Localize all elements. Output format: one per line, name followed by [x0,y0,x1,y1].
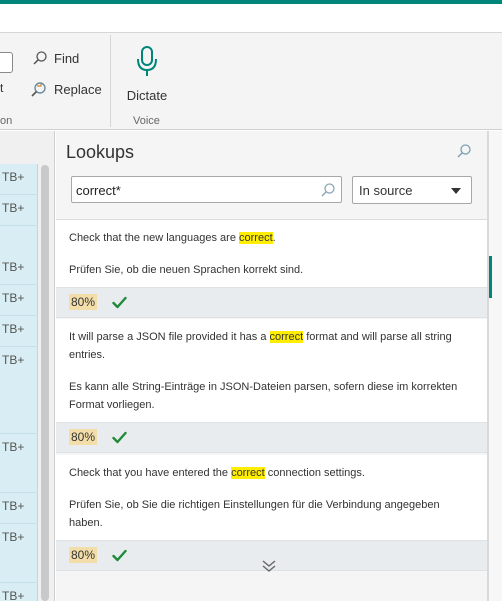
source-text: Check that you have entered the [69,467,232,479]
result-body: Check that the new languages are correct… [56,220,488,287]
list-item[interactable]: TB+ [0,347,38,434]
replace-button[interactable]: Replace [30,81,102,97]
replace-label: Replace [54,81,102,97]
load-more-button[interactable] [261,559,277,578]
list-item[interactable]: TB+ [0,285,38,316]
lookup-search-input[interactable] [76,181,316,199]
match-percent-badge: 80% [69,429,98,445]
source-text: Check that the new languages are [69,232,240,244]
ribbon-separator [110,35,111,127]
caret-down-icon [451,188,461,194]
lookup-scope-select[interactable]: In source [352,176,472,204]
list-item[interactable]: TB+ [0,493,38,524]
find-button[interactable]: Find [32,50,79,66]
lookups-panel: Lookups In source Check that the new lan… [56,131,488,601]
match-highlight: correct [269,331,304,343]
match-percent-badge: 80% [69,547,98,563]
result-target: Prüfen Sie, ob Sie die richtigen Einstel… [69,499,440,529]
check-icon [112,296,127,309]
editor-left-pane: TB+ TB+ TB+ TB+ TB+ TB+ TB+ TB+ TB+ TB+ [0,131,55,601]
lookup-result[interactable]: Check that the new languages are correct… [56,220,488,318]
search-icon [457,144,471,158]
list-item[interactable]: TB+ [0,164,38,195]
list-item[interactable]: TB+ [0,195,38,226]
ribbon-group-label-fragment: on [0,115,13,127]
left-scrollbar[interactable] [41,165,49,601]
check-icon [112,431,127,444]
result-source: Check that the new languages are correct… [69,229,476,247]
right-side-pane [489,131,502,601]
result-source: Check that you have entered the correct … [69,464,476,482]
active-tab-indicator[interactable] [489,256,492,298]
lookup-result[interactable]: Check that you have entered the correct … [56,455,488,571]
panel-search-button[interactable] [456,143,472,164]
match-highlight: correct [231,467,265,479]
result-source: It will parse a JSON file provided it ha… [69,328,476,364]
lookup-result[interactable]: It will parse a JSON file provided it ha… [56,319,488,453]
list-item[interactable]: TB+ [0,524,38,583]
source-text: It will parse a JSON file provided it ha… [69,331,270,343]
match-percent-badge: 80% [69,294,98,310]
result-body: Check that you have entered the correct … [56,455,488,540]
result-target: Es kann alle String-Einträge in JSON-Dat… [69,381,458,411]
match-highlight: correct [239,232,273,244]
result-footer: 80% [56,422,488,453]
lookup-scope-value: In source [359,183,413,198]
dictate-button[interactable]: Dictate [122,45,172,103]
search-icon[interactable] [320,182,336,203]
list-item[interactable]: TB+ [0,254,38,285]
source-text: connection settings. [264,467,365,479]
ribbon-input-partial[interactable] [0,52,13,73]
source-text: . [272,232,276,244]
replace-icon [31,82,46,97]
double-chevron-down-icon [262,560,276,572]
title-row [0,4,502,33]
ribbon: t on Find Replace Dictate Voice [0,33,502,130]
ribbon-label-fragment: t [0,81,4,95]
segment-status-list: TB+ TB+ TB+ TB+ TB+ TB+ TB+ TB+ TB+ TB+ [0,164,38,601]
result-footer: 80% [56,287,488,318]
find-label: Find [54,50,80,66]
voice-group-label: Voice [133,115,160,127]
lookups-title: Lookups [66,142,135,162]
list-item[interactable]: TB+ [0,316,38,347]
dictate-label: Dictate [126,88,168,103]
check-icon [112,549,127,562]
list-item[interactable]: TB+ [0,583,38,601]
result-target: Prüfen Sie, ob die neuen Sprachen korrek… [69,264,304,276]
list-item[interactable]: TB+ [0,434,38,493]
search-icon [33,51,47,65]
result-body: It will parse a JSON file provided it ha… [56,319,488,422]
pane-divider [54,131,55,601]
lookup-search-box[interactable] [71,176,342,203]
microphone-icon [137,46,157,76]
